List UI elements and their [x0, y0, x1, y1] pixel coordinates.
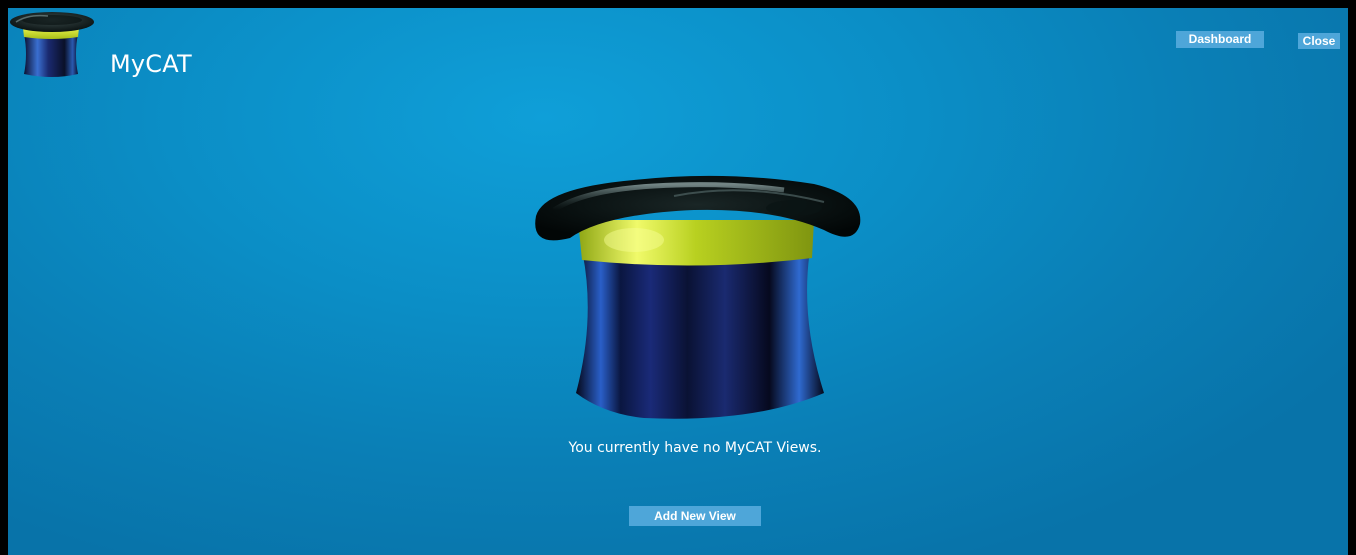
- add-new-view-button[interactable]: Add New View: [629, 506, 761, 526]
- close-button[interactable]: Close: [1298, 33, 1340, 49]
- top-hat-icon: [535, 175, 861, 419]
- empty-state-message: You currently have no MyCAT Views.: [568, 440, 822, 456]
- top-hat-icon: [10, 12, 94, 77]
- app-window: MyCAT Dashboard Close You currently have…: [8, 8, 1348, 555]
- dashboard-button[interactable]: Dashboard: [1176, 31, 1264, 48]
- app-title: MyCAT: [110, 50, 192, 78]
